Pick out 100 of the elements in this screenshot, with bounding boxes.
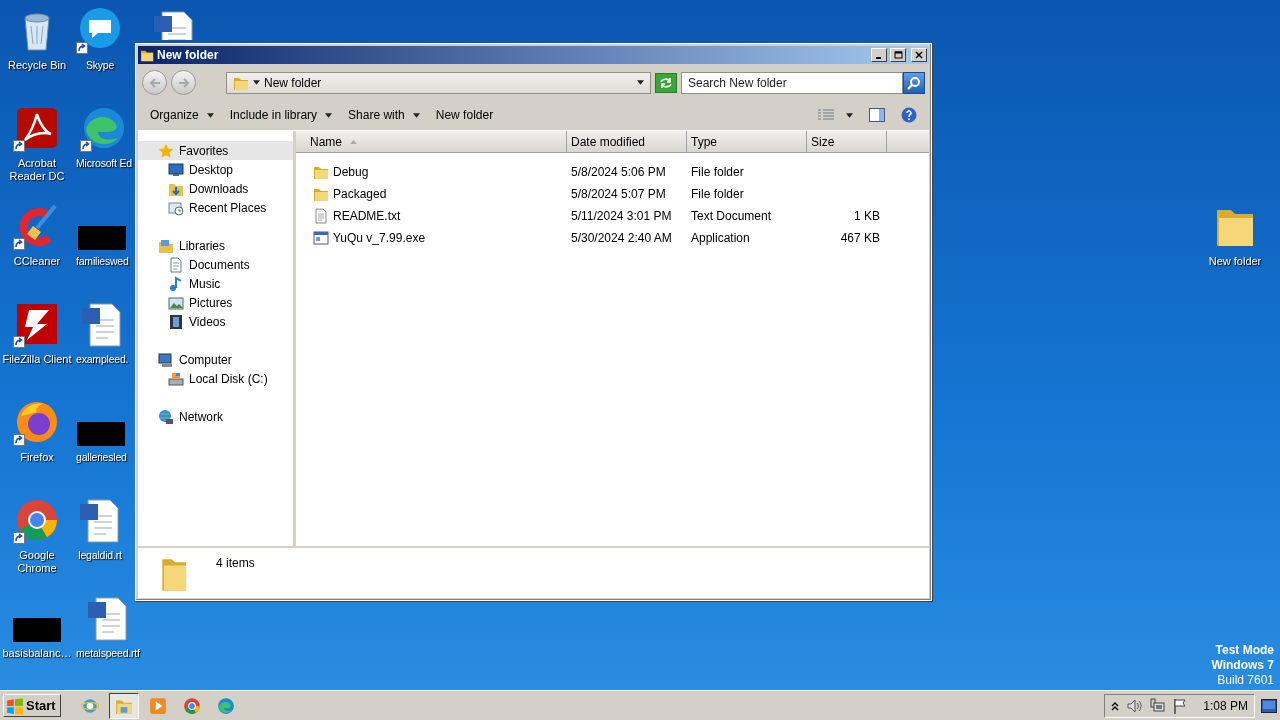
caret-icon <box>846 112 853 118</box>
application-icon <box>313 230 329 246</box>
folder-icon <box>140 48 154 62</box>
nav-item[interactable]: Recent Places <box>138 198 293 217</box>
minimize-button[interactable] <box>871 48 887 62</box>
column-header[interactable]: Type <box>687 131 807 153</box>
table-cell: 1 KB <box>854 209 880 223</box>
folder-icon <box>313 164 329 180</box>
blank-thumbnail-icon <box>77 422 126 446</box>
blank-thumbnail-icon <box>13 618 61 642</box>
menu-button[interactable]: Share with <box>342 104 426 126</box>
column-header[interactable]: Size <box>807 131 887 153</box>
menu-button[interactable]: Organize <box>144 104 220 126</box>
globe-icon <box>80 696 99 715</box>
column-header[interactable]: Date modified <box>567 131 687 153</box>
view-list-icon <box>818 109 834 121</box>
notice-text: Windows 7 <box>1211 658 1274 673</box>
desktop-shortcut[interactable]: familieswed <box>76 196 129 268</box>
file-name[interactable]: README.txt <box>333 207 401 225</box>
help-icon <box>901 107 917 123</box>
table-cell-text: Application <box>690 230 751 247</box>
toolbar-button[interactable]: New folder <box>429 104 500 126</box>
blank-thumbnail-icon <box>78 226 127 250</box>
flag-icon[interactable] <box>1172 697 1189 714</box>
desktop-shortcut[interactable]: basisbalanc… <box>2 588 72 660</box>
browser-icon <box>182 696 201 715</box>
desktop-shortcut[interactable]: CCleaner <box>13 196 61 268</box>
start-button[interactable]: Start <box>3 694 61 717</box>
caret-icon <box>253 80 260 85</box>
text-file-icon <box>313 208 329 224</box>
search-field[interactable]: Search New folder <box>681 71 903 94</box>
nav-item[interactable]: Computer <box>138 350 293 369</box>
desktop-shortcut[interactable]: metalspeed.rtf <box>76 588 140 660</box>
search-button[interactable] <box>903 71 925 94</box>
table-cell-text: 5/11/2024 3:01 PM <box>570 208 673 225</box>
desktop-shortcut[interactable]: Skype <box>76 0 124 72</box>
computer-icon <box>158 351 174 368</box>
desktop-shortcut[interactable]: legaldid.rt <box>76 490 124 562</box>
refresh-icon <box>659 76 673 89</box>
chevron-up-icon[interactable] <box>1111 700 1120 711</box>
menu-button[interactable]: Include in library <box>223 104 339 126</box>
desktop-shortcut[interactable]: Microsoft Ed <box>76 98 132 170</box>
nav-item[interactable]: Favorites <box>138 141 293 160</box>
picture-icon <box>168 294 184 311</box>
play-icon <box>148 696 167 715</box>
desktop-shortcut[interactable]: FileZilla Client <box>2 294 72 366</box>
nav-item[interactable]: Network <box>138 407 293 426</box>
monitor-icon <box>168 161 184 178</box>
windows-logo-icon <box>6 696 24 715</box>
desktop-shortcut[interactable]: Firefox <box>13 392 61 464</box>
nav-item[interactable]: Pictures <box>138 293 293 312</box>
nav-item[interactable]: Documents <box>138 255 293 274</box>
desktop-shortcut[interactable]: galleriesled <box>76 392 127 464</box>
file-name[interactable]: Packaged <box>333 185 387 203</box>
disk-drive-icon <box>168 370 184 387</box>
desktop-shortcut[interactable]: Recycle Bin <box>7 0 67 72</box>
notice-text: Build 7601 <box>1216 673 1274 688</box>
dropdown-caret-icon[interactable] <box>637 80 644 85</box>
table-cell-text: Text Document <box>690 208 773 225</box>
item-count: 4 items <box>216 555 255 572</box>
star-icon <box>158 142 174 159</box>
show-desktop-icon[interactable] <box>1261 698 1277 713</box>
close-icon <box>914 51 924 59</box>
maximize-button[interactable] <box>890 48 906 62</box>
table-cell-text: 5/30/2024 2:40 AM <box>570 230 673 247</box>
globe-icon <box>158 408 174 425</box>
document-icon <box>168 256 184 273</box>
music-note-icon <box>168 275 184 292</box>
file-name[interactable]: YuQu v_7.99.exe <box>333 229 426 247</box>
maximize-icon <box>893 51 903 59</box>
table-cell-text: 5/8/2024 5:06 PM <box>570 164 667 181</box>
film-icon <box>168 313 184 330</box>
desktop-shortcut[interactable]: exampleed. <box>76 294 129 366</box>
desktop-shortcut[interactable]: Google Chrome <box>13 490 61 575</box>
folder-icon <box>313 186 329 202</box>
browser-icon <box>216 696 235 715</box>
nav-item[interactable]: Music <box>138 274 293 293</box>
table-cell-text: File folder <box>690 164 745 181</box>
nav-item[interactable]: Local Disk (C:) <box>138 369 293 388</box>
column-header[interactable]: Name <box>296 131 567 153</box>
speaker-icon[interactable] <box>1126 697 1143 714</box>
library-icon <box>158 237 174 254</box>
desktop-shortcut[interactable]: New folder <box>1208 196 1262 268</box>
close-button[interactable] <box>911 48 927 62</box>
nav-item[interactable]: Downloads <box>138 179 293 198</box>
network-icon[interactable] <box>1149 697 1166 714</box>
desktop-shortcut[interactable]: Acrobat Reader DC <box>9 98 65 183</box>
taskbar-app-button[interactable] <box>108 692 139 719</box>
forward-arrow-icon <box>177 76 190 89</box>
search-icon <box>907 75 921 90</box>
table-cell: 467 KB <box>840 231 880 245</box>
preview-pane-icon <box>869 108 885 122</box>
file-name[interactable]: Debug <box>333 163 369 181</box>
address-bar[interactable]: New folder <box>226 71 651 94</box>
nav-item[interactable]: Libraries <box>138 236 293 255</box>
back-arrow-icon <box>148 76 161 89</box>
nav-item[interactable]: Videos <box>138 312 293 331</box>
nav-item[interactable]: Desktop <box>138 160 293 179</box>
refresh-button[interactable] <box>655 72 677 93</box>
notice-text: Test Mode <box>1214 643 1274 658</box>
